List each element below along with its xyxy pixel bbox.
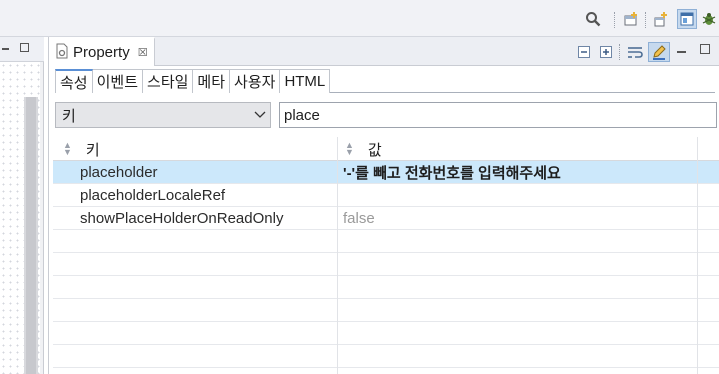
tab-attributes[interactable]: 속성 xyxy=(55,69,93,93)
table-row[interactable]: showPlaceHolderOnReadOnly false xyxy=(53,207,719,230)
filter-field-select[interactable]: 키 xyxy=(55,102,271,128)
wrap-icon[interactable] xyxy=(626,43,644,61)
column-header-value[interactable]: ▲ ▼ 값 xyxy=(339,137,699,161)
chevron-down-icon xyxy=(250,111,270,119)
maximize-icon[interactable] xyxy=(700,44,710,54)
table-row xyxy=(53,345,719,368)
filter-field-value: 키 xyxy=(62,107,76,125)
scrollbar-thumb[interactable] xyxy=(26,97,36,374)
table-row xyxy=(53,230,719,253)
property-table: ▲ ▼ 키 ▲ ▼ 값 placeholder '-'를 빼고 전화번호를 입력해주… xyxy=(53,137,719,374)
table-row xyxy=(53,322,719,345)
view-title: Property xyxy=(73,44,130,61)
sort-icon: ▲ ▼ xyxy=(63,140,72,157)
toolbar-separator xyxy=(645,12,646,28)
table-row[interactable]: placeholderLocaleRef xyxy=(53,184,719,207)
collapse-all-icon[interactable] xyxy=(575,43,593,61)
debug-icon[interactable] xyxy=(700,10,718,28)
toolbar-separator xyxy=(614,12,615,28)
left-editor-panel xyxy=(0,37,44,374)
property-value[interactable] xyxy=(343,184,698,206)
header-separator xyxy=(619,44,620,60)
tab-user[interactable]: 사용자 xyxy=(230,69,281,93)
left-panel-header xyxy=(0,37,44,62)
table-row xyxy=(53,253,719,276)
property-key: showPlaceHolderOnReadOnly xyxy=(80,209,284,227)
tab-styles[interactable]: 스타일 xyxy=(143,69,194,93)
top-toolbar xyxy=(0,0,719,37)
editor-perspective-icon[interactable] xyxy=(677,9,697,29)
expand-all-icon[interactable] xyxy=(597,43,615,61)
maximize-icon[interactable] xyxy=(20,43,29,52)
tab-property[interactable]: Property ☒ xyxy=(49,37,155,66)
edit-icon[interactable] xyxy=(648,42,670,62)
minimize-icon[interactable] xyxy=(2,48,9,50)
property-value[interactable]: false xyxy=(343,207,698,229)
sort-icon: ▲ ▼ xyxy=(345,140,354,157)
view-header: Property ☒ xyxy=(49,37,719,66)
column-divider[interactable] xyxy=(337,137,338,374)
property-icon xyxy=(55,43,69,63)
property-view: Property ☒ 속성 이벤트 스타일 메타 사용자 HTML 키 plac… xyxy=(48,37,719,374)
close-icon[interactable]: ☒ xyxy=(138,46,148,59)
tab-html[interactable]: HTML xyxy=(280,69,331,93)
minimize-icon[interactable] xyxy=(677,51,686,53)
table-header: ▲ ▼ 키 ▲ ▼ 값 xyxy=(53,137,719,161)
new-window-icon[interactable] xyxy=(622,10,640,28)
table-row xyxy=(53,299,719,322)
table-row xyxy=(53,276,719,299)
table-row[interactable]: placeholder '-'를 빼고 전화번호를 입력해주세요 xyxy=(53,161,719,184)
property-key: placeholder xyxy=(80,163,158,181)
open-perspective-icon[interactable] xyxy=(653,10,671,28)
property-key: placeholderLocaleRef xyxy=(80,186,226,204)
search-icon[interactable] xyxy=(584,10,602,28)
property-value[interactable]: '-'를 빼고 전화번호를 입력해주세요 xyxy=(343,161,698,183)
column-header-key[interactable]: ▲ ▼ 키 xyxy=(57,137,337,161)
filter-search-input[interactable] xyxy=(279,102,717,128)
tab-meta[interactable]: 메타 xyxy=(193,69,231,93)
tab-events[interactable]: 이벤트 xyxy=(92,69,144,93)
column-divider[interactable] xyxy=(697,137,698,374)
sub-tab-bar: 속성 이벤트 스타일 메타 사용자 HTML xyxy=(55,69,715,93)
